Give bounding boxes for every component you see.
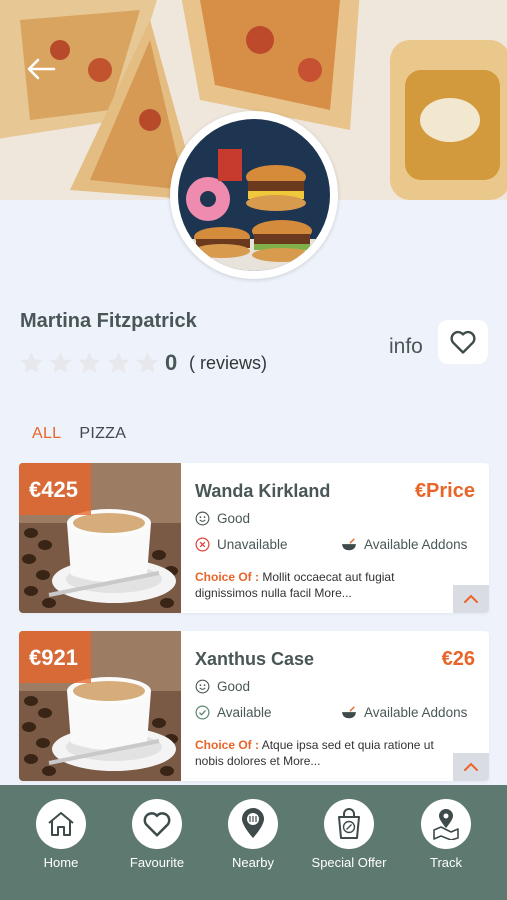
map-pin-icon [433,809,459,840]
restaurant-name: Martina Fitzpatrick [20,310,197,332]
nav-home[interactable]: Home [13,799,109,870]
availability-text: Unavailable [217,537,288,552]
expand-button[interactable] [453,753,489,781]
smiley-icon [195,679,210,694]
reviews-link[interactable]: ( reviews) [189,353,267,374]
star-icon [136,352,159,373]
rating-count: 0 [165,350,178,375]
smiley-icon [195,511,210,526]
item-price: €Price [414,480,475,502]
rating-text: Good [217,511,251,526]
arrow-left-icon [27,58,56,80]
availability-status: Unavailable [195,537,288,552]
more-link[interactable]: More... [314,586,351,600]
rating-text: Good [217,679,251,694]
addons-link[interactable]: Available Addons [341,705,467,720]
category-tabs: ALL PIZZA [32,425,126,443]
home-icon [48,812,74,836]
heart-icon [143,812,171,837]
item-title: Xanthus Case [195,649,315,669]
nav-nearby[interactable]: Nearby [205,799,301,870]
location-pin-icon [242,808,264,838]
price-badge: €425 [19,463,91,515]
nav-special-offer[interactable]: Special Offer [301,799,397,870]
heart-icon [450,330,476,354]
item-description: Choice Of : Mollit occaecat aut fugiat d… [195,569,455,601]
availability-text: Available [217,705,272,720]
nav-label: Track [429,855,463,870]
availability-status: Available [195,705,272,720]
item-title: Wanda Kirkland [195,481,331,501]
shopping-bag-icon [338,808,360,839]
menu-item-card[interactable]: €921 Xanthus Case €26 Good Available Ava… [19,631,489,781]
item-price: €26 [441,648,475,670]
star-icon [107,352,130,373]
coffee-cup-image: €921 [19,631,181,781]
choice-label: Choice Of : [195,738,260,752]
chevron-up-icon [464,594,478,603]
addons-label: Available Addons [364,537,468,552]
star-icon [20,352,43,373]
choice-label: Choice Of : [195,570,260,584]
menu-item-card[interactable]: €425 Wanda Kirkland €Price Good Unavaila… [19,463,489,613]
rating-stars [18,350,161,377]
tab-all[interactable]: ALL [32,425,61,443]
nav-label: Special Offer [311,855,387,870]
addons-link[interactable]: Available Addons [341,537,467,552]
addons-label: Available Addons [364,705,468,720]
item-description: Choice Of : Atque ipsa sed et quia ratio… [195,737,455,769]
star-icon [78,352,101,373]
item-rating: Good [195,679,250,694]
bowl-icon [342,705,356,718]
nav-label: Favourite [129,855,185,870]
info-button[interactable]: info [389,335,423,359]
restaurant-avatar [170,111,338,279]
coffee-cup-image: €425 [19,463,181,613]
nav-track[interactable]: Track [398,799,494,870]
nav-favourite[interactable]: Favourite [109,799,205,870]
star-icon [49,352,72,373]
expand-button[interactable] [453,585,489,613]
check-circle-icon [195,705,210,720]
bowl-icon [342,537,356,550]
nav-label: Home [43,855,79,870]
nav-label: Nearby [232,855,274,870]
x-circle-icon [195,537,210,552]
more-link[interactable]: More... [283,754,320,768]
back-button[interactable] [24,54,58,84]
bottom-navigation: Home Favourite Nearby Special Offer Trac… [0,785,507,900]
chevron-up-icon [464,762,478,771]
item-rating: Good [195,511,250,526]
price-badge: €921 [19,631,91,683]
tab-pizza[interactable]: PIZZA [79,425,126,443]
favourite-button[interactable] [438,320,488,364]
